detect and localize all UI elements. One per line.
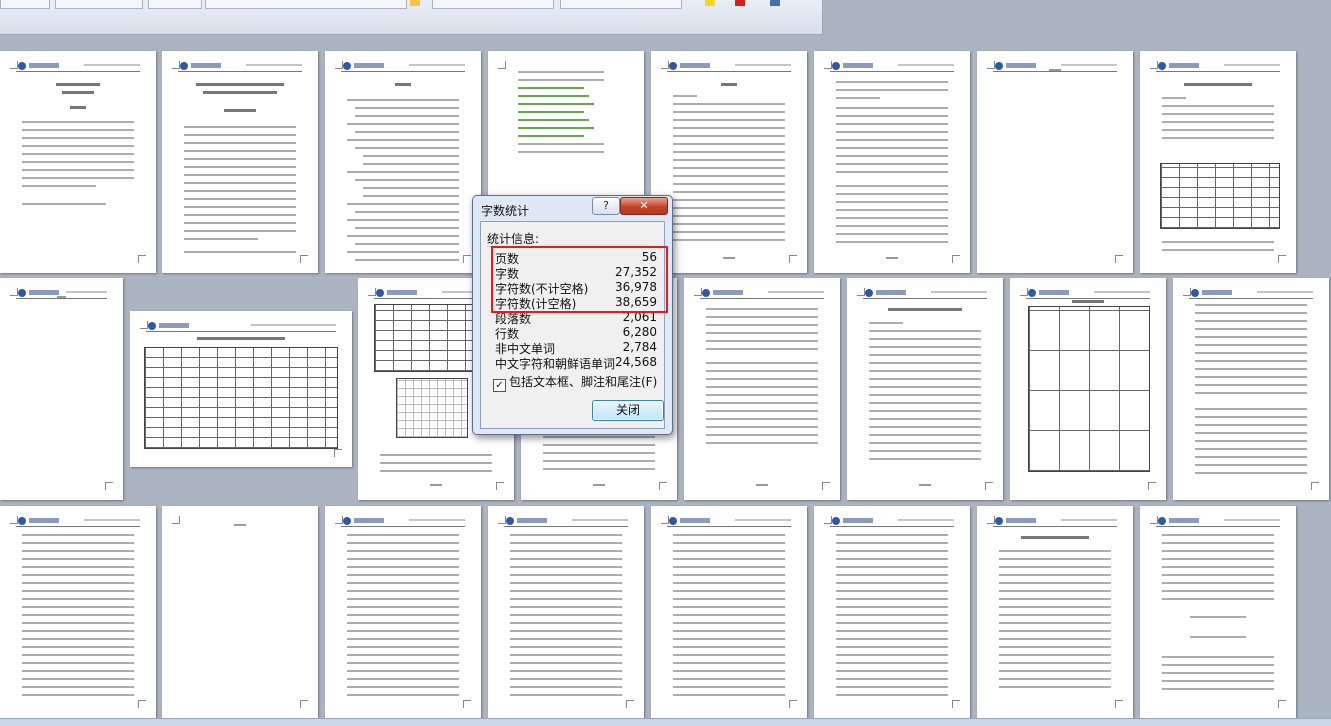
document-page[interactable] [814, 51, 970, 273]
stat-row-lines: 行数 6,280 [495, 325, 657, 341]
styles-icon[interactable] [770, 0, 780, 6]
highlight-icon[interactable] [410, 0, 420, 6]
word-count-dialog: 字数统计 ? ✕ 统计信息: 页数 56 字数 27,352 字符数(不计空格)… [472, 195, 673, 435]
stat-row-non-chinese-words: 非中文单词 2,784 [495, 340, 657, 356]
stat-value: 2,784 [622, 340, 657, 354]
stat-label: 中文字符和朝鲜语单词 [495, 357, 616, 371]
document-page[interactable] [684, 278, 840, 500]
stat-value: 6,280 [622, 325, 657, 339]
document-page[interactable] [651, 506, 807, 718]
ribbon-button[interactable] [0, 0, 50, 9]
document-page[interactable] [0, 51, 156, 273]
close-button[interactable]: 关闭 [592, 400, 664, 421]
document-page[interactable] [651, 51, 807, 273]
document-page[interactable] [1173, 278, 1329, 500]
ribbon-button[interactable] [55, 0, 143, 9]
ribbon-button[interactable] [205, 0, 407, 9]
include-textboxes-option[interactable]: ✓ 包括文本框、脚注和尾注(F) [493, 373, 657, 392]
dialog-body: 统计信息: 页数 56 字数 27,352 字符数(不计空格) 36,978 字… [480, 221, 668, 429]
document-page[interactable] [847, 278, 1003, 500]
ribbon-button[interactable] [148, 0, 202, 9]
ribbon-toolbar [0, 0, 823, 35]
document-page[interactable] [325, 51, 481, 273]
document-page[interactable] [977, 51, 1133, 273]
close-icon[interactable]: ✕ [620, 197, 668, 215]
stat-value: 24,568 [615, 355, 657, 369]
document-page[interactable] [0, 506, 156, 718]
statistics-label: 统计信息: [487, 232, 540, 246]
document-page[interactable] [0, 278, 123, 500]
document-page[interactable] [325, 506, 481, 718]
document-page[interactable] [130, 311, 352, 467]
document-page[interactable] [814, 506, 970, 718]
ribbon-button[interactable] [432, 0, 554, 9]
document-page[interactable] [1140, 506, 1296, 718]
checkbox-label: 包括文本框、脚注和尾注(F) [509, 375, 658, 389]
document-page[interactable] [162, 51, 318, 273]
document-page[interactable] [977, 506, 1133, 718]
help-button[interactable]: ? [592, 197, 620, 215]
ribbon-button[interactable] [560, 0, 682, 9]
highlight-icon[interactable] [705, 0, 715, 6]
document-page[interactable] [1010, 278, 1166, 500]
checkbox-checked-icon[interactable]: ✓ [493, 379, 506, 392]
red-highlight-box [491, 246, 668, 313]
dialog-title: 字数统计 [481, 204, 530, 218]
font-color-icon[interactable] [735, 0, 745, 6]
document-page[interactable] [1140, 51, 1296, 273]
document-page[interactable] [162, 506, 318, 718]
stat-row-cjk-chars: 中文字符和朝鲜语单词 24,568 [495, 355, 657, 371]
document-page[interactable] [488, 506, 644, 718]
